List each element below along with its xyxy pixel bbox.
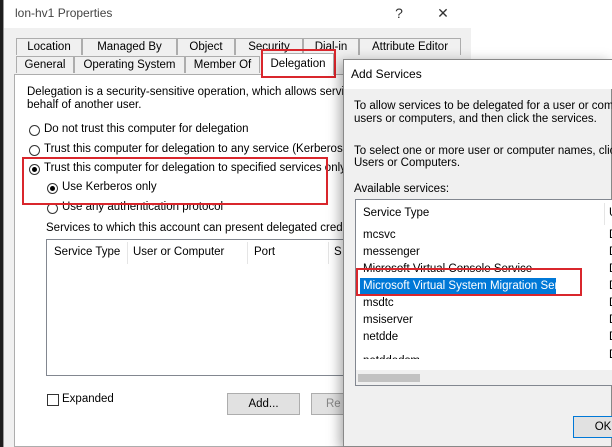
- column-separator: [127, 242, 128, 264]
- service-name: netddedsm: [363, 353, 420, 359]
- delegation-tab-highlight: [261, 49, 336, 78]
- services-label: Services to which this account can prese…: [46, 222, 362, 234]
- service-name: netdde: [363, 331, 399, 343]
- list-item[interactable]: netdde D: [361, 329, 612, 345]
- expanded-checkbox[interactable]: [47, 394, 59, 406]
- column-separator: [604, 203, 605, 225]
- list-item[interactable]: msdtc D: [361, 295, 612, 311]
- delegated-services-list[interactable]: Service Type User or Computer Port S: [46, 239, 351, 376]
- tab-location[interactable]: Location: [16, 38, 82, 55]
- list-item[interactable]: mcsvc D: [361, 227, 612, 243]
- column-separator: [247, 242, 248, 264]
- tab-general[interactable]: General: [16, 56, 74, 73]
- option-trust-any-label[interactable]: Trust this computer for delegation to an…: [44, 143, 371, 155]
- description-line-1: Delegation is a security-sensitive opera…: [27, 86, 375, 98]
- close-icon[interactable]: ✕: [428, 2, 458, 24]
- service-name: msiserver: [363, 314, 413, 326]
- instructions-line-2: users or computers, and then click the s…: [354, 113, 597, 125]
- help-button[interactable]: ?: [384, 2, 414, 24]
- radio-no-trust[interactable]: [29, 125, 40, 136]
- service-name: mcsvc: [363, 229, 396, 241]
- tab-attribute-editor[interactable]: Attribute Editor: [359, 38, 461, 55]
- service-name: msdtc: [363, 297, 394, 309]
- column-user-or-computer[interactable]: User or Computer: [133, 246, 224, 258]
- dialog-title: Add Services: [351, 67, 422, 81]
- select-line-2: Users or Computers.: [354, 157, 461, 169]
- add-button[interactable]: Add...: [227, 393, 300, 415]
- tab-managed-by[interactable]: Managed By: [82, 38, 177, 55]
- instructions-line-1: To allow services to be delegated for a …: [354, 100, 612, 112]
- tab-object[interactable]: Object: [177, 38, 235, 55]
- add-services-dialog: Add Services To allow services to be del…: [343, 59, 612, 447]
- add-services-titlebar: Add Services: [344, 60, 612, 89]
- service-name: messenger: [363, 246, 420, 258]
- scrollbar-thumb[interactable]: [358, 374, 420, 382]
- column-service-name[interactable]: S: [334, 246, 342, 258]
- description-line-2: behalf of another user.: [27, 99, 142, 111]
- option-no-trust-label[interactable]: Do not trust this computer for delegatio…: [44, 123, 249, 135]
- properties-titlebar: lon-hv1 Properties ? ✕: [4, 0, 471, 28]
- tab-member-of[interactable]: Member Of: [185, 56, 260, 73]
- column-port[interactable]: Port: [254, 246, 275, 258]
- column-separator: [328, 242, 329, 264]
- tab-operating-system[interactable]: Operating System: [74, 56, 185, 73]
- window-title: lon-hv1 Properties: [15, 6, 113, 20]
- select-line-1: To select one or more user or computer n…: [354, 145, 612, 157]
- column-service-type[interactable]: Service Type: [54, 246, 120, 258]
- trust-options-highlight: [22, 157, 328, 205]
- column-service-type[interactable]: Service Type: [363, 207, 429, 219]
- radio-trust-any[interactable]: [29, 145, 40, 156]
- ok-button[interactable]: OK: [573, 416, 612, 438]
- list-item[interactable]: msiserver D: [361, 312, 612, 328]
- selected-service-highlight: [356, 268, 582, 296]
- list-item[interactable]: netddedsm D: [361, 347, 612, 359]
- horizontal-scrollbar[interactable]: [356, 370, 612, 385]
- expanded-label[interactable]: Expanded: [62, 393, 114, 405]
- available-services-label: Available services:: [354, 183, 450, 195]
- list-item[interactable]: messenger D: [361, 244, 612, 260]
